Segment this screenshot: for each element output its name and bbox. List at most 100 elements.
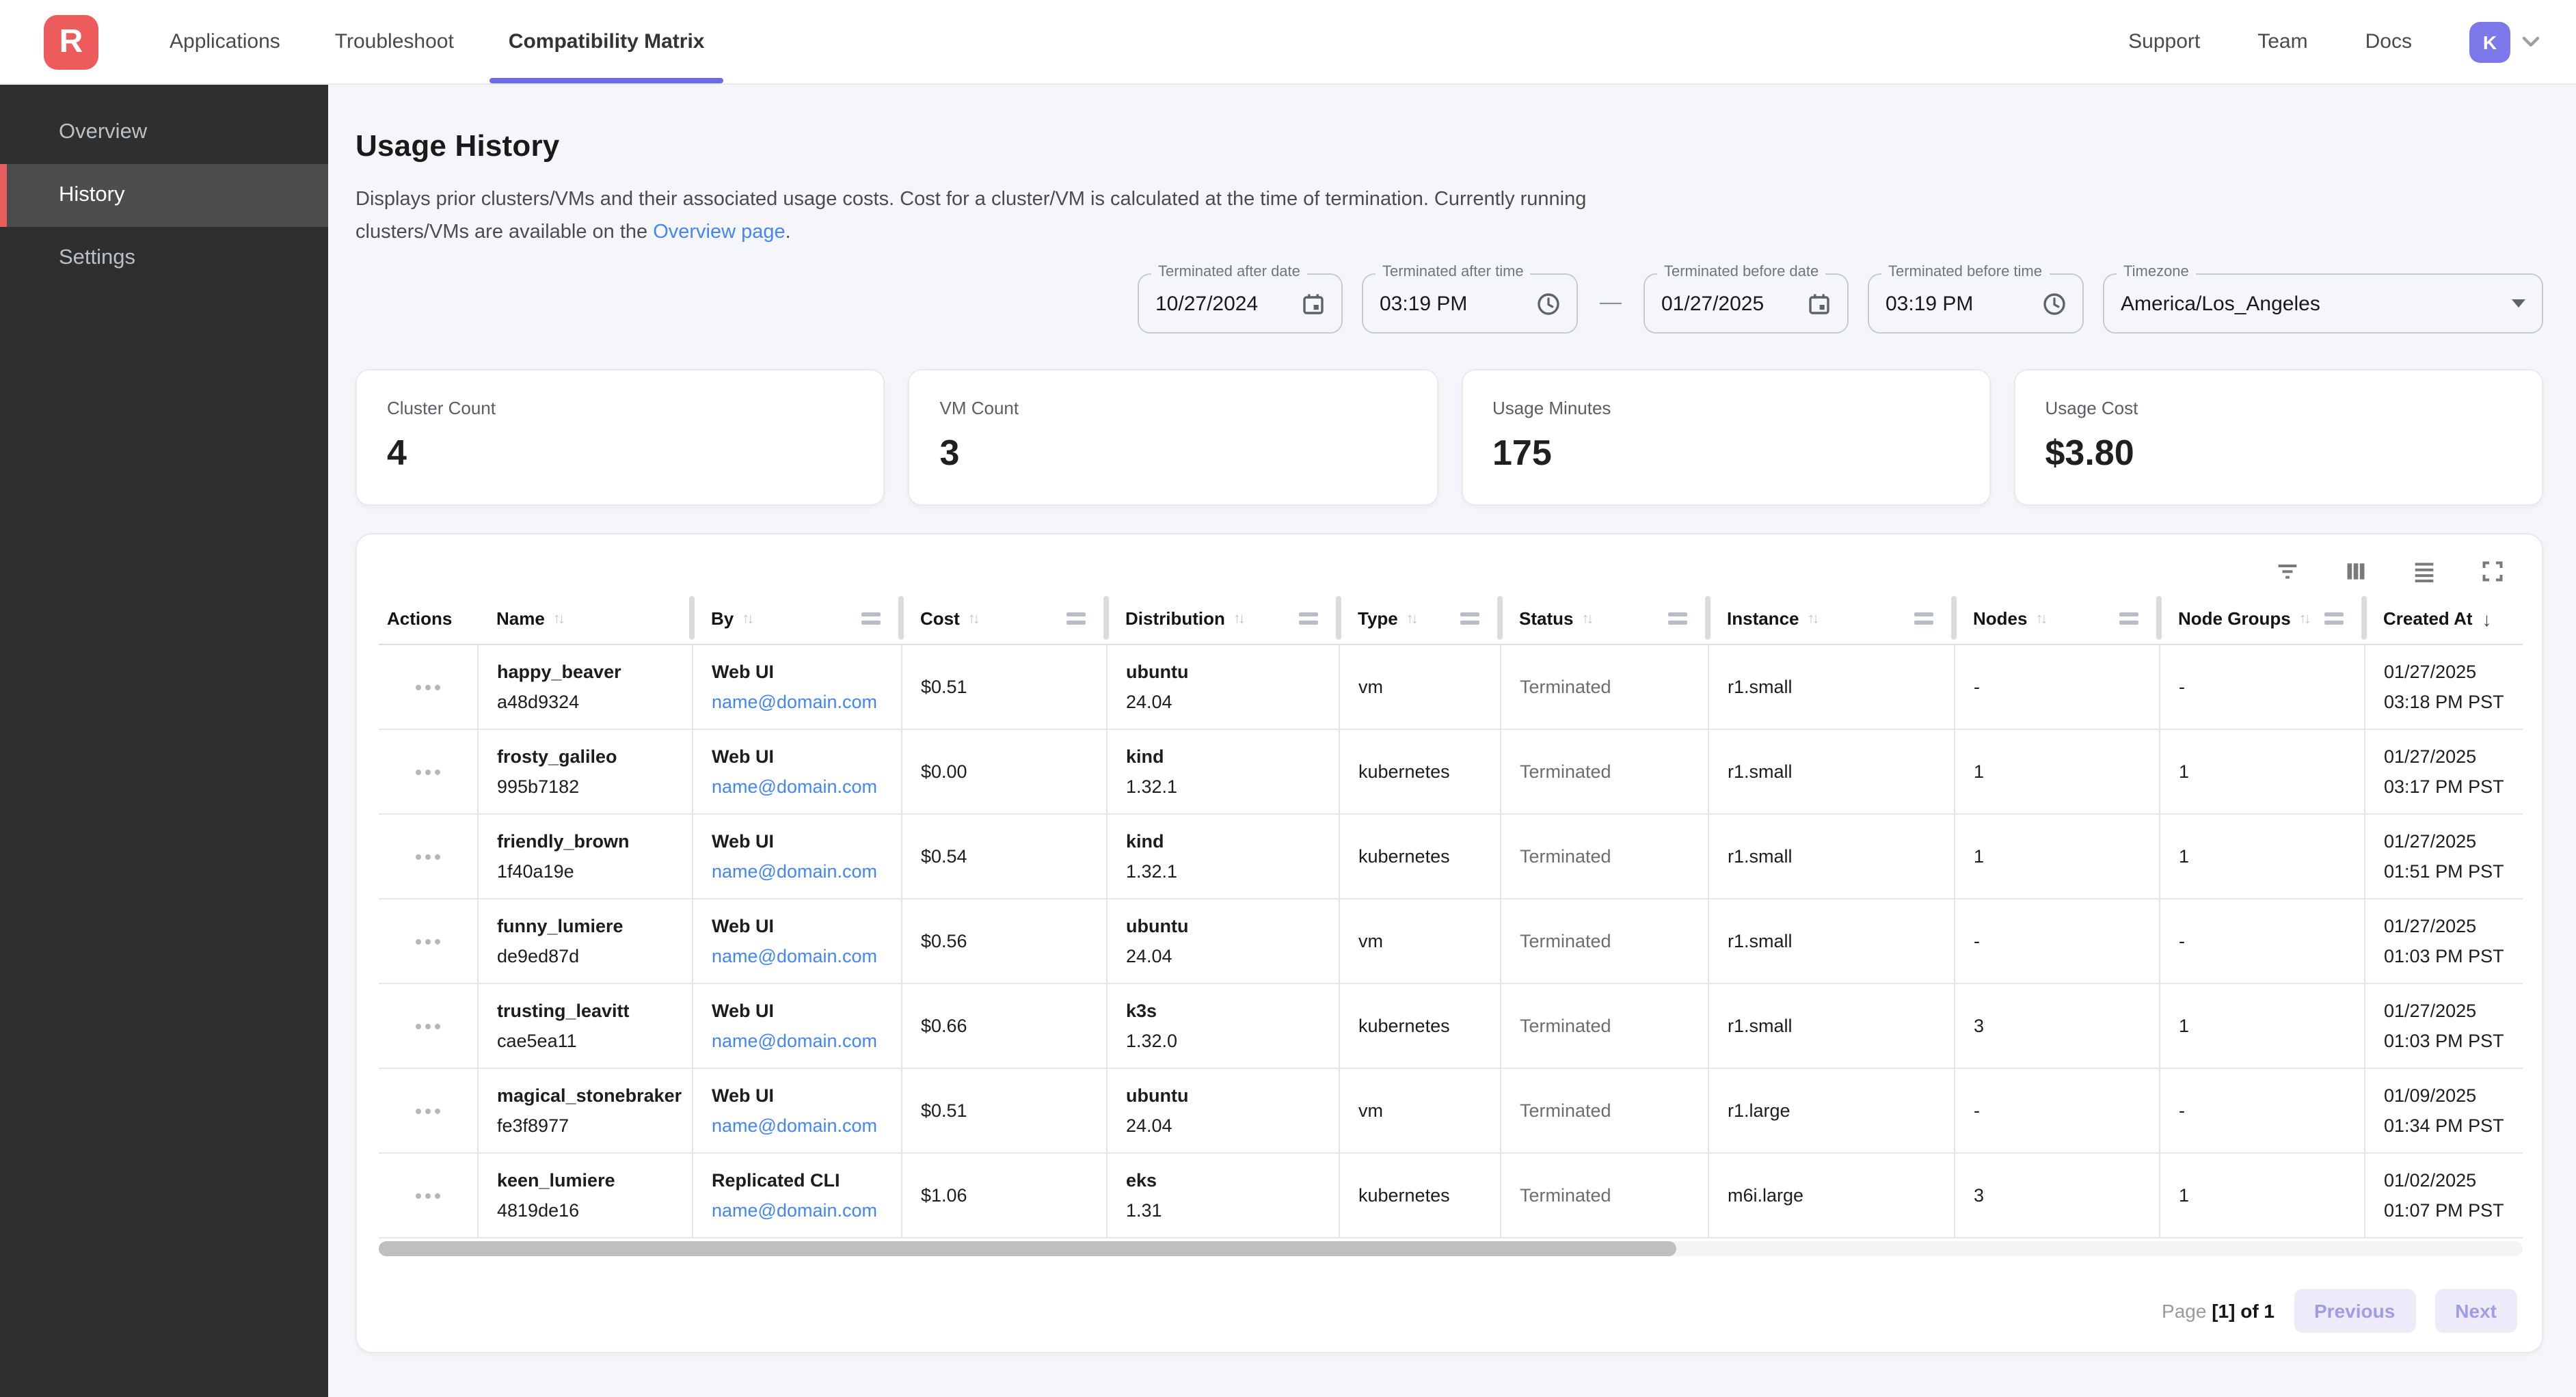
range-separator: —: [1597, 291, 1624, 316]
scrollbar-thumb[interactable]: [379, 1240, 1676, 1256]
column-header[interactable]: Actions ↑↓ ↓: [379, 595, 477, 644]
stat-value: $3.80: [2045, 432, 2512, 474]
replicated-logo[interactable]: R: [44, 14, 98, 69]
stat-card-usage-cost: Usage Cost $3.80: [2014, 369, 2544, 506]
instance-cell: m6i.large: [1708, 1152, 1954, 1237]
overview-page-link[interactable]: Overview page: [653, 221, 785, 243]
created-date: 01/02/2025: [2384, 1167, 2512, 1193]
calendar-icon[interactable]: [1808, 292, 1831, 315]
account-menu[interactable]: K: [2469, 21, 2540, 62]
terminated-before-date-field[interactable]: Terminated before date 01/27/2025: [1643, 273, 1849, 334]
column-header[interactable]: Distribution ↑↓ ↓: [1106, 595, 1339, 644]
table-header-row: Actions ↑↓ ↓ Name ↑↓ ↓ By ↑↓ ↓ Cost ↑↓ ↓: [379, 595, 2523, 644]
filter-icon[interactable]: [2268, 552, 2307, 591]
column-resize-handle[interactable]: [2324, 613, 2344, 625]
nav-item-compatibility-matrix[interactable]: Compatibility Matrix: [487, 0, 727, 83]
terminated-before-time-field[interactable]: Terminated before time 03:19 PM: [1868, 273, 2084, 334]
terminated-after-date-field[interactable]: Terminated after date 10/27/2024: [1138, 273, 1343, 334]
row-actions-button[interactable]: [407, 931, 448, 953]
instance-cell: r1.small: [1708, 644, 1954, 729]
sidebar-item-overview[interactable]: Overview: [0, 101, 328, 164]
nav-link-docs[interactable]: Docs: [2365, 30, 2412, 53]
row-actions-button[interactable]: [407, 677, 448, 698]
status-cell: Terminated: [1500, 898, 1708, 983]
top-navbar: R Applications Troubleshoot Compatibilit…: [0, 0, 2576, 85]
status-cell: Terminated: [1500, 813, 1708, 898]
sidebar-item-history[interactable]: History: [0, 164, 328, 227]
instance-cell: r1.small: [1708, 813, 1954, 898]
description-line1: Displays prior clusters/VMs and their as…: [355, 189, 1586, 211]
column-header[interactable]: Status ↑↓ ↓: [1500, 595, 1708, 644]
nav-item-applications[interactable]: Applications: [148, 0, 302, 83]
next-page-button[interactable]: Next: [2434, 1289, 2517, 1333]
column-header[interactable]: Created At ↑↓ ↓: [2364, 595, 2523, 644]
app-window: R Applications Troubleshoot Compatibilit…: [0, 0, 2576, 1397]
email-link[interactable]: name@domain.com: [712, 858, 889, 884]
column-header[interactable]: Type ↑↓ ↓: [1339, 595, 1500, 644]
table-row: frosty_galileo995b7182 Web UIname@domain…: [379, 729, 2523, 813]
created-by-source: Web UI: [712, 658, 889, 684]
field-value: America/Los_Angeles: [2121, 292, 2320, 315]
column-header[interactable]: Nodes ↑↓ ↓: [1954, 595, 2159, 644]
column-resize-handle[interactable]: [1668, 613, 1687, 625]
nodes-cell: 1: [1954, 813, 2159, 898]
distribution-version: 1.32.1: [1126, 858, 1327, 884]
email-link[interactable]: name@domain.com: [712, 688, 889, 714]
page-description: Displays prior clusters/VMs and their as…: [355, 183, 2543, 249]
distribution-version: 1.32.0: [1126, 1027, 1327, 1053]
type-cell: vm: [1339, 898, 1500, 983]
avatar[interactable]: K: [2469, 21, 2510, 62]
timezone-select[interactable]: Timezone America/Los_Angeles: [2103, 273, 2543, 334]
created-time: 03:18 PM PST: [2384, 688, 2512, 714]
calendar-icon[interactable]: [1302, 292, 1325, 315]
nodes-cell: -: [1954, 644, 2159, 729]
density-icon[interactable]: [2405, 552, 2443, 591]
field-label: Terminated before date: [1657, 264, 1825, 280]
column-header[interactable]: Cost ↑↓ ↓: [901, 595, 1106, 644]
column-resize-handle[interactable]: [861, 613, 881, 625]
email-link[interactable]: name@domain.com: [712, 1112, 889, 1138]
column-header[interactable]: Node Groups ↑↓ ↓: [2159, 595, 2364, 644]
table-row: keen_lumiere4819de16 Replicated CLIname@…: [379, 1152, 2523, 1237]
cluster-id: a48d9324: [497, 688, 680, 714]
columns-icon[interactable]: [2337, 552, 2375, 591]
email-link[interactable]: name@domain.com: [712, 942, 889, 968]
fullscreen-icon[interactable]: [2473, 552, 2512, 591]
created-by-source: Replicated CLI: [712, 1167, 889, 1193]
row-actions-button[interactable]: [407, 1100, 448, 1122]
previous-page-button[interactable]: Previous: [2294, 1289, 2415, 1333]
column-resize-handle[interactable]: [1066, 613, 1086, 625]
clock-icon[interactable]: [2043, 292, 2066, 315]
node-groups-cell: 1: [2159, 729, 2364, 813]
row-actions-button[interactable]: [407, 1016, 448, 1037]
cost-cell: $0.00: [901, 729, 1106, 813]
clock-icon[interactable]: [1537, 292, 1560, 315]
created-by-source: Web UI: [712, 912, 889, 938]
column-header[interactable]: Instance ↑↓ ↓: [1708, 595, 1954, 644]
terminated-after-time-field[interactable]: Terminated after time 03:19 PM: [1362, 273, 1578, 334]
nodes-cell: 3: [1954, 1152, 2159, 1237]
nav-link-team[interactable]: Team: [2257, 30, 2307, 53]
horizontal-scrollbar[interactable]: [379, 1240, 2523, 1256]
row-actions-button[interactable]: [407, 846, 448, 868]
column-header[interactable]: By ↑↓ ↓: [692, 595, 901, 644]
nodes-cell: -: [1954, 1068, 2159, 1152]
nodes-cell: 1: [1954, 729, 2159, 813]
nav-item-troubleshoot[interactable]: Troubleshoot: [313, 0, 476, 83]
stat-label: VM Count: [940, 398, 1407, 418]
cost-cell: $0.54: [901, 813, 1106, 898]
row-actions-button[interactable]: [407, 761, 448, 783]
row-actions-button[interactable]: [407, 1185, 448, 1207]
email-link[interactable]: name@domain.com: [712, 1197, 889, 1223]
nav-link-support[interactable]: Support: [2128, 30, 2200, 53]
column-resize-handle[interactable]: [1460, 613, 1479, 625]
column-resize-handle[interactable]: [1299, 613, 1318, 625]
email-link[interactable]: name@domain.com: [712, 1027, 889, 1053]
column-header[interactable]: Name ↑↓ ↓: [477, 595, 692, 644]
column-resize-handle[interactable]: [1914, 613, 1933, 625]
main-content: Usage History Displays prior clusters/VM…: [328, 85, 2576, 1397]
column-resize-handle[interactable]: [2119, 613, 2138, 625]
stat-label: Usage Minutes: [1492, 398, 1959, 418]
email-link[interactable]: name@domain.com: [712, 773, 889, 799]
sidebar-item-settings[interactable]: Settings: [0, 227, 328, 290]
